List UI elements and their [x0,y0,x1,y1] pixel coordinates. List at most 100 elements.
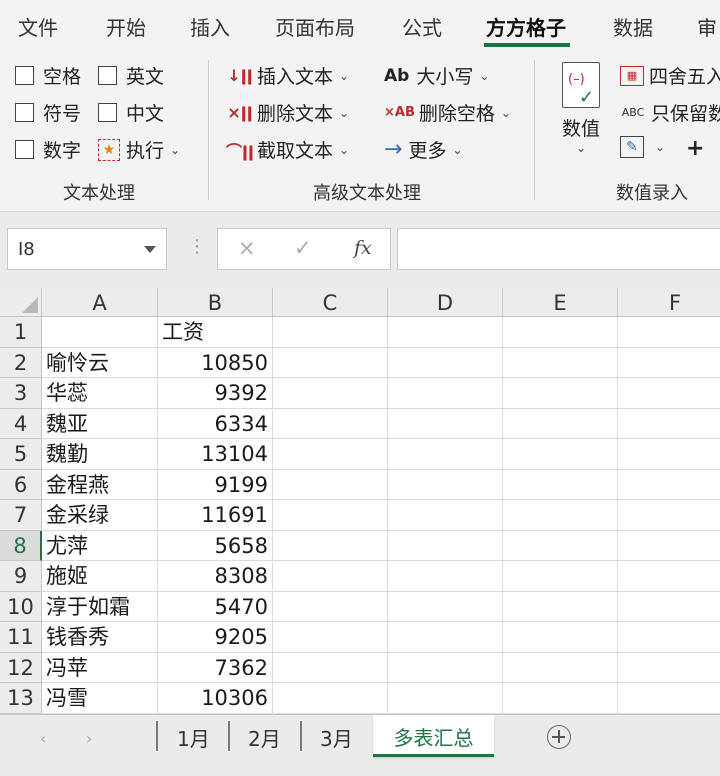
scroll-right-icon[interactable]: › [86,729,92,748]
cell-d7[interactable] [388,500,503,531]
extract-text-button[interactable]: ⌒ǀǀ 截取文本 ⌄ [226,136,349,163]
execute-button[interactable]: ★ 执行 ⌄ [98,136,180,163]
cell-b2[interactable]: 10850 [158,347,273,378]
cell-c11[interactable] [273,622,388,653]
cell-b6[interactable]: 9199 [158,469,273,500]
sheet-tab-summary[interactable]: 多表汇总 [373,715,494,757]
add-sheet-icon[interactable] [547,725,571,749]
row-header[interactable]: 7 [0,500,42,531]
cell-d5[interactable] [388,439,503,470]
cell-d4[interactable] [388,408,503,439]
cell-a5[interactable]: 魏勤 [42,439,158,470]
cell-d13[interactable] [388,683,503,714]
formula-input[interactable] [397,228,720,270]
keep-numbers-button[interactable]: ABC 只保留数 [620,99,720,126]
cell-c5[interactable] [273,439,388,470]
cell-a10[interactable]: 淳于如霜 [42,591,158,622]
menu-tab-data[interactable]: 数据 [613,12,653,41]
name-box-dropdown-icon[interactable] [144,246,156,253]
cell-b5[interactable]: 13104 [158,439,273,470]
row-header[interactable]: 2 [0,347,42,378]
checkbox-chinese[interactable]: 中文 [98,99,164,126]
case-button[interactable]: Ab 大小写 ⌄ [384,62,489,89]
menu-tab-fangfang[interactable]: 方方格子 [486,12,566,41]
checkbox-space[interactable]: 空格 [15,62,81,89]
cell-f6[interactable] [618,470,720,500]
enter-icon[interactable]: ✓ [294,236,312,260]
sheet-tab-jan[interactable]: 1月 [177,723,210,752]
sheet-tab-feb[interactable]: 2月 [248,723,281,752]
cell-c10[interactable] [273,591,388,622]
row-header[interactable]: 6 [0,469,42,500]
cell-c4[interactable] [273,408,388,439]
cell-f4[interactable] [618,409,720,439]
cell-d3[interactable] [388,378,503,409]
cell-f12[interactable] [618,653,720,683]
cell-b7[interactable]: 11691 [158,500,273,531]
sheet-tab-mar[interactable]: 3月 [320,723,353,752]
cell-b13[interactable]: 10306 [158,683,273,714]
cell-d10[interactable] [388,591,503,622]
row-header[interactable]: 5 [0,439,42,470]
cell-d12[interactable] [388,652,503,683]
column-header-d[interactable]: D [388,288,503,317]
column-header-b[interactable]: B [158,288,273,317]
cell-f13[interactable] [618,683,720,714]
cell-a13[interactable]: 冯雪 [42,683,158,714]
cell-c12[interactable] [273,652,388,683]
round-button[interactable]: ▦ 四舍五入 [620,62,720,89]
menu-tab-page-layout[interactable]: 页面布局 [275,12,355,41]
menu-tab-home[interactable]: 开始 [106,12,146,41]
name-box[interactable]: I8 [7,228,167,270]
cell-e7[interactable] [503,500,618,531]
cell-d8[interactable] [388,530,503,561]
delete-text-button[interactable]: ×ǀǀ 删除文本 ⌄ [227,99,349,126]
cell-c1[interactable] [273,317,388,348]
cell-c3[interactable] [273,378,388,409]
cell-f2[interactable] [618,348,720,378]
cell-e12[interactable] [503,652,618,683]
cancel-icon[interactable]: × [238,236,256,260]
cell-b9[interactable]: 8308 [158,561,273,592]
cell-c9[interactable] [273,561,388,592]
cell-e2[interactable] [503,347,618,378]
row-header[interactable]: 8 [0,530,42,561]
select-all-corner[interactable] [0,288,42,317]
cell-a8[interactable]: 尤萍 [42,530,158,561]
cell-b3[interactable]: 9392 [158,378,273,409]
row-header[interactable]: 4 [0,408,42,439]
cell-b10[interactable]: 5470 [158,591,273,622]
menu-tab-file[interactable]: 文件 [18,12,58,41]
edit-button[interactable]: ✎ ⌄ [620,136,665,158]
cell-d1[interactable] [388,317,503,348]
cell-a12[interactable]: 冯苹 [42,652,158,683]
cell-e5[interactable] [503,439,618,470]
cell-f5[interactable] [618,439,720,470]
cell-a3[interactable]: 华蕊 [42,378,158,409]
column-header-f[interactable]: F [618,288,720,317]
row-header[interactable]: 11 [0,622,42,653]
cell-e13[interactable] [503,683,618,714]
cell-b8[interactable]: 5658 [158,530,273,561]
cell-c7[interactable] [273,500,388,531]
menu-tab-review[interactable]: 审 [697,12,717,41]
cell-a11[interactable]: 钱香秀 [42,622,158,653]
cell-a2[interactable]: 喻怜云 [42,347,158,378]
checkbox-number[interactable]: 数字 [15,136,81,163]
cell-e11[interactable] [503,622,618,653]
cell-e6[interactable] [503,469,618,500]
delete-spaces-button[interactable]: ×AB 删除空格 ⌄ [384,99,511,126]
cell-d2[interactable] [388,347,503,378]
cell-d9[interactable] [388,561,503,592]
cell-f8[interactable] [618,531,720,561]
checkbox-english[interactable]: 英文 [98,62,164,89]
cell-c13[interactable] [273,683,388,714]
cell-c2[interactable] [273,347,388,378]
cell-b12[interactable]: 7362 [158,652,273,683]
cell-b1[interactable]: 工资 [158,317,273,348]
row-header[interactable]: 12 [0,652,42,683]
cell-c8[interactable] [273,530,388,561]
cell-b11[interactable]: 9205 [158,622,273,653]
cell-a9[interactable]: 施姬 [42,561,158,592]
cell-b4[interactable]: 6334 [158,408,273,439]
